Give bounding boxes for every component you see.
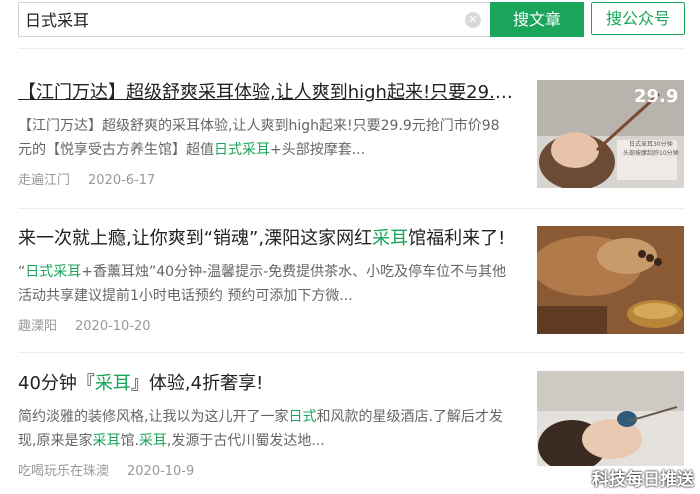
svg-text:29.9: 29.9 [634, 86, 678, 107]
result-summary: 简约淡雅的装修风格,让我以为这儿开了一家日式和风款的星级酒店.了解后才发现,原来… [18, 409, 503, 449]
result-meta: 吃喝玩乐在珠澳 2020-10-9 [18, 463, 194, 481]
result-title[interactable]: 来一次就上瘾,让你爽到“销魂”,溧阳这家网红采耳馆福利来了! [18, 226, 518, 252]
result-thumbnail[interactable] [537, 371, 684, 479]
divider [18, 48, 684, 49]
result-title[interactable]: 【江门万达】超级舒爽采耳体验,让人爽到high起来!只要29.9元 [18, 80, 518, 106]
result-date: 2020-6-17 [88, 173, 156, 188]
result-source[interactable]: 吃喝玩乐在珠澳 [18, 464, 109, 479]
result-title[interactable]: 40分钟『采耳』体验,4折奢享! [18, 371, 518, 397]
divider [18, 208, 684, 209]
result-thumbnail[interactable]: 29.9 日式采耳30分钟 头部按摩刮痧10分钟 [537, 80, 684, 188]
result-source[interactable]: 趣溧阳 [18, 319, 57, 334]
search-box[interactable]: ✕ [18, 2, 492, 37]
search-accounts-button[interactable]: 搜公众号 [591, 2, 685, 35]
result-meta: 走遍江门 2020-6-17 [18, 172, 155, 190]
result-item: 【江门万达】超级舒爽采耳体验,让人爽到high起来!只要29.9元 【江门万达】… [18, 80, 684, 190]
result-thumbnail[interactable] [537, 226, 684, 334]
divider [18, 352, 684, 353]
search-bar: ✕ 搜文章 [18, 2, 584, 37]
result-summary: 【江门万达】超级舒爽的采耳体验,让人爽到high起来!只要29.9元抢门市价98… [18, 118, 500, 158]
svg-text:头部按摩刮痧10分钟: 头部按摩刮痧10分钟 [623, 149, 679, 157]
result-meta: 趣溧阳 2020-10-20 [18, 318, 151, 336]
result-item: 40分钟『采耳』体验,4折奢享! 简约淡雅的装修风格,让我以为这儿开了一家日式和… [18, 371, 684, 481]
result-source[interactable]: 走遍江门 [18, 173, 70, 188]
result-date: 2020-10-20 [75, 319, 151, 334]
result-item: 来一次就上瘾,让你爽到“销魂”,溧阳这家网红采耳馆福利来了! “日式采耳+香薰耳… [18, 226, 684, 336]
clear-icon[interactable]: ✕ [465, 12, 481, 28]
result-date: 2020-10-9 [127, 464, 195, 479]
svg-text:日式采耳30分钟: 日式采耳30分钟 [629, 140, 673, 148]
result-summary: “日式采耳+香薰耳烛”40分钟-温馨提示-免费提供茶水、小吃及停车位不与其他活动… [18, 264, 507, 304]
watermark: 科技每日推送 [592, 470, 694, 490]
search-articles-button[interactable]: 搜文章 [490, 2, 584, 37]
search-input[interactable] [25, 5, 455, 33]
